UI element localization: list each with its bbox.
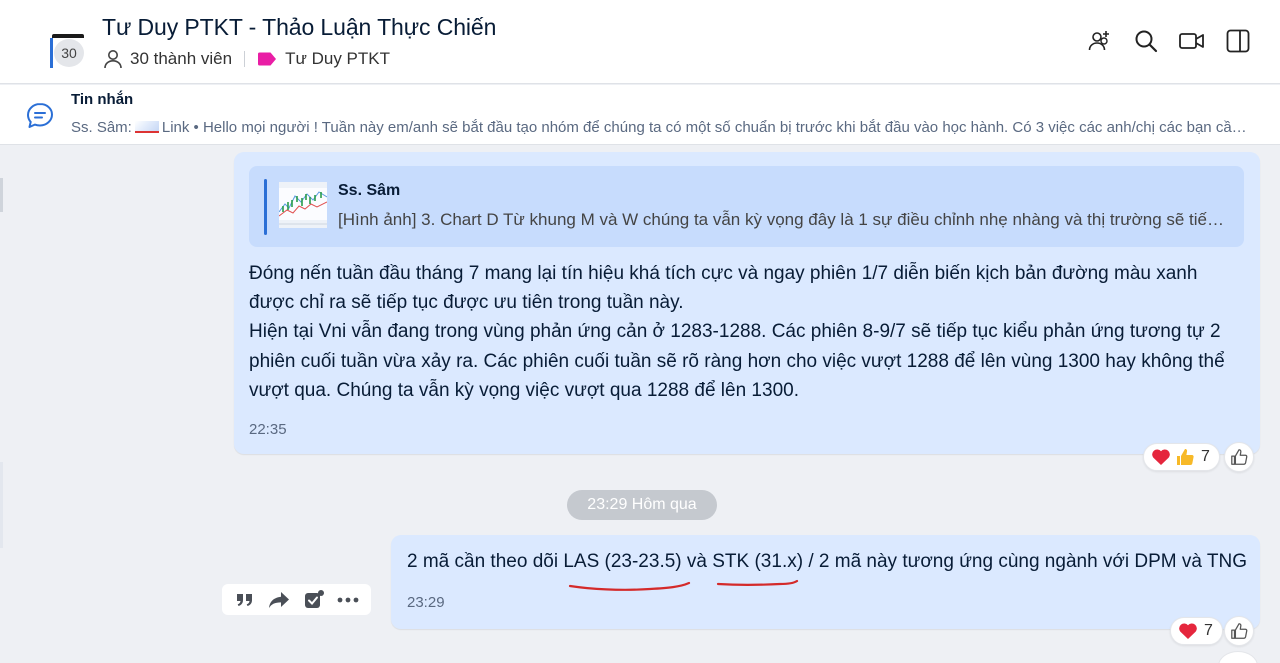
avatar-top-bar [52, 34, 84, 38]
message-bubble[interactable]: Ss. Sâm [Hình ảnh] 3. Chart D Từ khung M… [234, 152, 1260, 454]
group-title[interactable]: Tư Duy PTKT - Thảo Luận Thực Chiến [102, 14, 496, 41]
subtitle-divider [244, 51, 246, 67]
search-icon[interactable] [1132, 27, 1160, 55]
message-line: Đóng nến tuần đầu tháng 7 mang lại tín h… [249, 263, 1198, 284]
message-line: vượt qua. Chúng ta vẫn kỳ vọng việc vượt… [249, 379, 799, 401]
like-button[interactable] [1224, 442, 1254, 472]
message-line: phiên cuối tuần vừa xảy ra. Các phiên cu… [249, 350, 1225, 372]
message-time: 23:29 [407, 594, 445, 611]
avatar-edge [50, 38, 53, 68]
message-bubble-icon [27, 103, 53, 128]
message-text: 2 mã cần theo dõi LAS (23-23.5) và STK (… [407, 551, 1247, 573]
quote-reply-icon[interactable] [232, 587, 258, 613]
video-call-icon[interactable] [1178, 27, 1206, 55]
message-text-segment: và [681, 551, 713, 572]
message-bubble[interactable]: 2 mã cần theo dõi LAS (23-23.5) và STK (… [391, 535, 1260, 629]
quoted-message[interactable]: Ss. Sâm [Hình ảnh] 3. Chart D Từ khung M… [249, 166, 1244, 247]
pinned-preview-text: Link • Hello mọi người ! Tuần này em/anh… [161, 119, 1251, 136]
reaction-count: 7 [1204, 622, 1213, 639]
group-avatar[interactable]: 30 [50, 34, 86, 68]
forward-icon[interactable] [266, 587, 292, 613]
pinned-message-bar[interactable]: Tin nhắn Ss. Sâm: Link • Hello mọi người … [0, 85, 1280, 145]
quoted-author: Ss. Sâm [338, 182, 401, 199]
chat-header: 30 Tư Duy PTKT - Thảo Luận Thực Chiến 30… [0, 0, 1280, 84]
more-options-icon[interactable] [335, 587, 361, 613]
tag-icon [258, 52, 277, 66]
pinned-link-thumbnail [134, 121, 159, 133]
scroll-to-bottom-button[interactable] [1218, 651, 1258, 663]
quoted-text: [Hình ảnh] 3. Chart D Từ khung M và W ch… [338, 210, 1233, 229]
pinned-title: Tin nhắn [71, 91, 134, 108]
reaction-count: 7 [1201, 448, 1210, 465]
member-count-link[interactable]: 30 thành viên [130, 49, 232, 69]
message-text: Đóng nến tuần đầu tháng 7 mang lại tín h… [249, 259, 1244, 405]
avatar-member-count: 30 [54, 39, 84, 67]
message-action-bar [222, 584, 371, 615]
add-member-icon[interactable] [1086, 27, 1114, 55]
thumbs-up-outline-icon [1231, 623, 1248, 639]
member-icon [104, 50, 122, 69]
message-text-segment: 2 mã cần theo dõi [407, 551, 564, 572]
ticker-stk: STK (31.x) [712, 551, 804, 572]
pinned-preview: Ss. Sâm: Link • Hello mọi người ! Tuần nà… [71, 119, 1251, 136]
create-task-icon[interactable] [301, 587, 327, 613]
like-button[interactable] [1224, 616, 1254, 646]
reaction-summary[interactable]: 7 [1143, 443, 1220, 471]
heart-icon [1150, 446, 1172, 468]
pinned-preview-sender: Ss. Sâm: [71, 119, 132, 136]
message-time: 22:35 [249, 421, 287, 438]
thumbs-up-outline-icon [1231, 449, 1248, 465]
message-line: được chỉ ra sẽ tiếp tục được ưu tiên tro… [249, 292, 684, 314]
message-text-segment: / 2 mã này tương ứng cùng ngành với DPM … [803, 551, 1247, 572]
edge-marker [0, 178, 3, 212]
group-subtitle: 30 thành viên Tư Duy PTKT [102, 48, 390, 70]
quote-bar [264, 179, 267, 235]
thumbs-up-icon [1174, 446, 1196, 468]
quoted-image-thumbnail [279, 182, 327, 228]
ticker-las: LAS (23-23.5) [563, 551, 682, 572]
message-line: Hiện tại Vni vẫn đang trong vùng phản ứn… [249, 321, 1221, 343]
group-tag-label[interactable]: Tư Duy PTKT [285, 49, 390, 69]
date-divider: 23:29 Hôm qua [567, 490, 717, 520]
edge-marker [0, 462, 3, 548]
toggle-panel-icon[interactable] [1224, 27, 1252, 55]
reaction-summary[interactable]: 7 [1170, 617, 1223, 645]
heart-icon [1177, 620, 1199, 642]
